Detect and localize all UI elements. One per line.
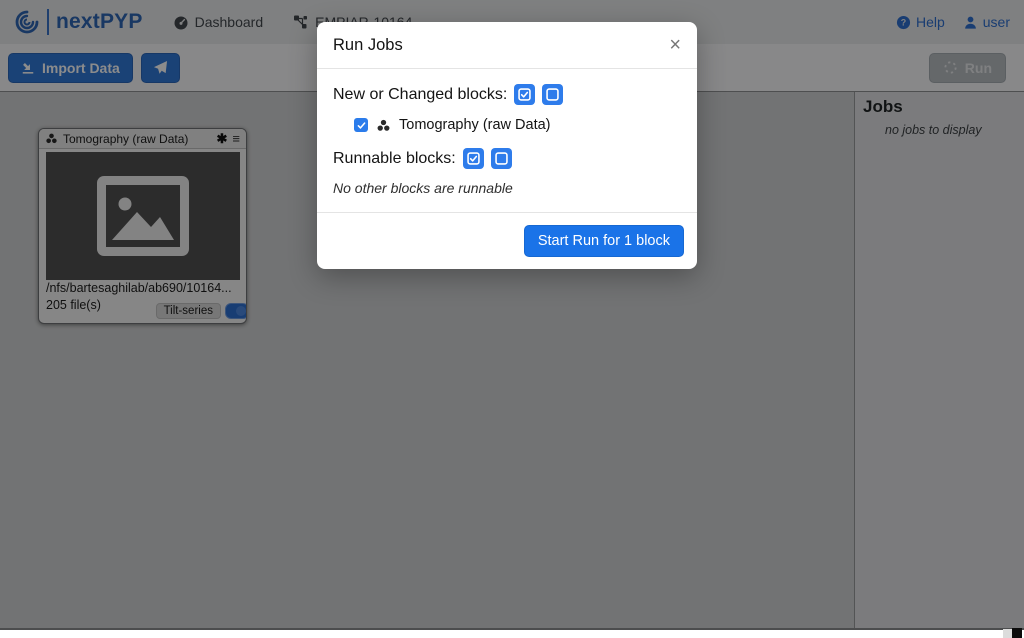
- block-checkbox[interactable]: [354, 118, 368, 132]
- run-jobs-modal: Run Jobs × New or Changed blocks:: [317, 22, 697, 269]
- select-all-button[interactable]: [514, 84, 535, 105]
- runnable-deselect-all-button[interactable]: [491, 148, 512, 169]
- empty-square-icon: [494, 151, 509, 166]
- block-row-label: Tomography (raw Data): [399, 117, 551, 133]
- start-run-button[interactable]: Start Run for 1 block: [524, 225, 684, 257]
- block-row-tomography: Tomography (raw Data): [354, 117, 681, 133]
- resize-corner: [1012, 628, 1022, 638]
- checked-square-icon: [466, 151, 481, 166]
- runnable-section: Runnable blocks:: [333, 148, 681, 169]
- runnable-note: No other blocks are runnable: [333, 180, 681, 196]
- modal-body: New or Changed blocks:: [317, 69, 697, 212]
- deselect-all-button[interactable]: [542, 84, 563, 105]
- runnable-label: Runnable blocks:: [333, 150, 456, 168]
- runnable-select-all-button[interactable]: [463, 148, 484, 169]
- empty-square-icon: [545, 87, 560, 102]
- app-root: nextPYP Dashboard EMPIAR-: [0, 0, 1024, 638]
- sphere-cluster-icon: [376, 118, 391, 133]
- modal-footer: Start Run for 1 block: [317, 212, 697, 269]
- modal-header: Run Jobs ×: [317, 22, 697, 69]
- close-icon[interactable]: ×: [669, 35, 681, 55]
- scrollbar-corner: [1003, 629, 1012, 638]
- new-changed-label: New or Changed blocks:: [333, 86, 507, 104]
- modal-title: Run Jobs: [333, 36, 403, 55]
- bottom-strip: [0, 630, 1024, 638]
- checked-square-icon: [517, 87, 532, 102]
- new-changed-section: New or Changed blocks:: [333, 84, 681, 105]
